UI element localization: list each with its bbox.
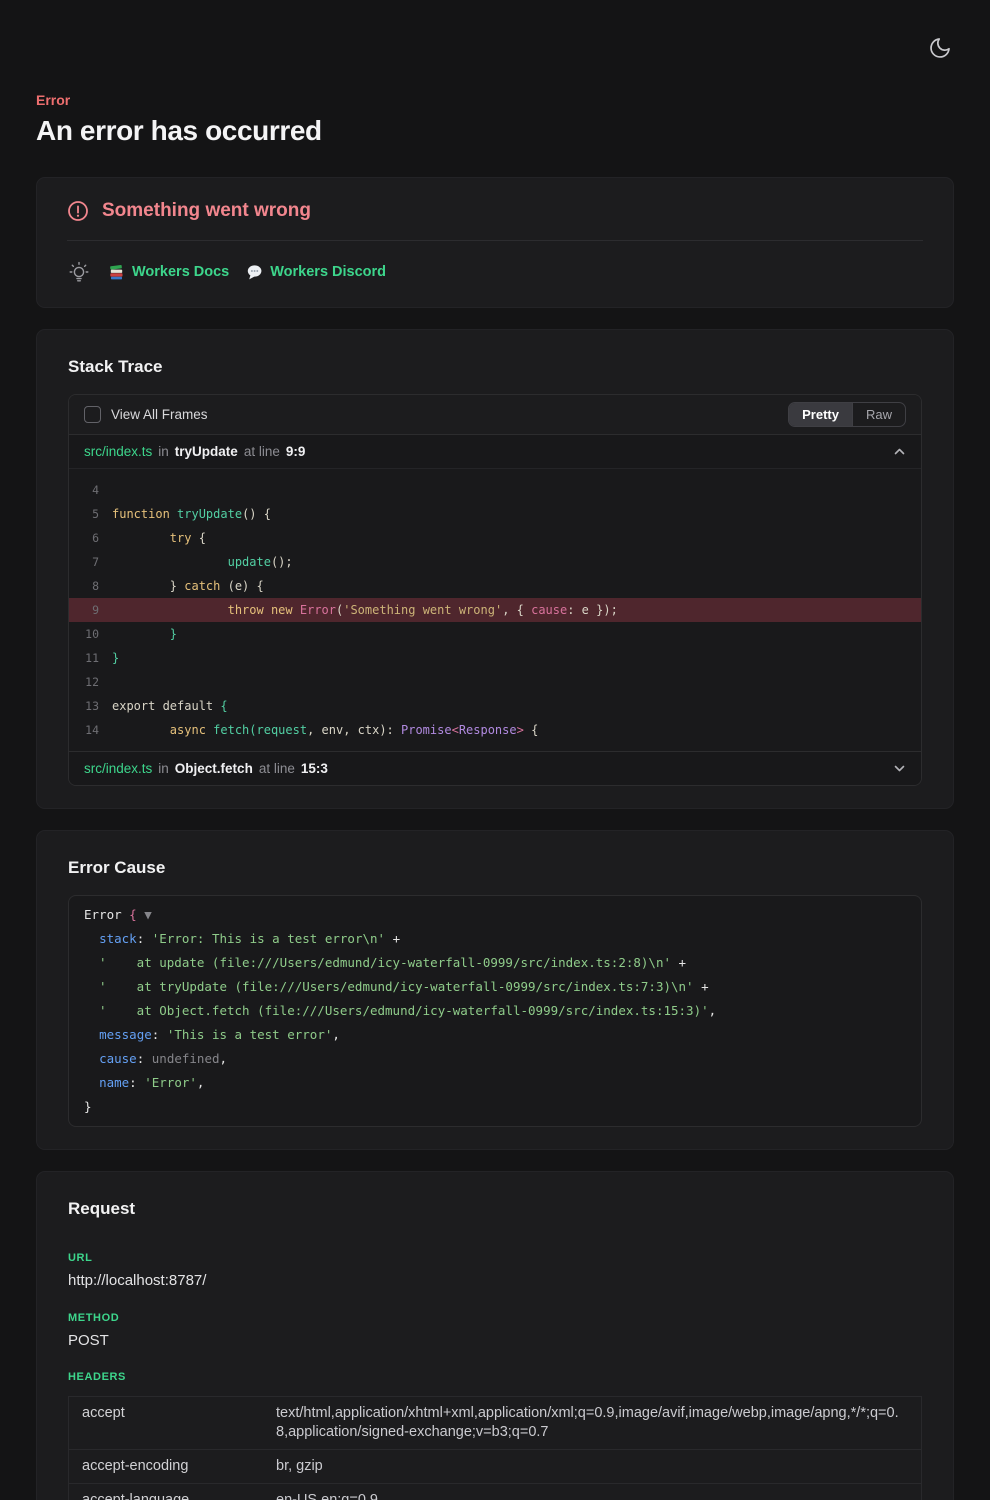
frame-function: tryUpdate (175, 444, 238, 459)
line-number: 10 (69, 622, 99, 646)
headers-label: HEADERS (68, 1371, 922, 1383)
link-workers-docs[interactable]: Workers Docs (108, 264, 229, 281)
code-line: 9 throw new Error('Something went wrong'… (69, 598, 921, 622)
line-number: 12 (69, 670, 99, 694)
cause-line: message: 'This is a test error', (84, 1023, 906, 1047)
line-number: 6 (69, 526, 99, 550)
error-cause-panel: Error Cause Error { ▼ stack: 'Error: Thi… (36, 830, 954, 1150)
code-block: 45function tryUpdate() {6 try {7 update(… (69, 469, 921, 751)
alert-panel: Something went wrong (36, 177, 954, 308)
link-workers-discord[interactable]: Workers Discord (246, 264, 386, 281)
books-icon (108, 264, 125, 281)
format-option-raw[interactable]: Raw (852, 403, 905, 426)
line-number: 13 (69, 694, 99, 718)
theme-toggle-button[interactable] (928, 36, 952, 60)
request-title: Request (68, 1199, 922, 1219)
frame-at-word: at line (244, 444, 280, 459)
frame-header-object-fetch[interactable]: src/index.ts in Object.fetch at line 15:… (69, 751, 921, 785)
cause-line: ' at tryUpdate (file:///Users/edmund/icy… (84, 975, 906, 999)
frame-header-tryupdate[interactable]: src/index.ts in tryUpdate at line 9:9 (69, 435, 921, 469)
header-row: accept-language en-US,en;q=0.9 (69, 1483, 921, 1500)
cause-line: ' at Object.fetch (file:///Users/edmund/… (84, 999, 906, 1023)
method-value: POST (68, 1332, 922, 1349)
line-number: 11 (69, 646, 99, 670)
frame-file: src/index.ts (84, 761, 152, 776)
header-row: accept text/html,application/xhtml+xml,ap… (69, 1397, 921, 1449)
header-value: text/html,application/xhtml+xml,applicat… (276, 1404, 908, 1442)
code-line: 13export default { (69, 694, 921, 718)
view-all-frames-label: View All Frames (111, 407, 208, 422)
format-toggle: PrettyRaw (788, 402, 906, 427)
moon-icon (928, 36, 952, 60)
speech-balloon-icon (246, 264, 263, 281)
frame-at-word: at line (259, 761, 295, 776)
chevron-up-icon (893, 445, 906, 458)
error-page: Error An error has occurred Something we… (0, 0, 990, 1500)
error-cause-title: Error Cause (68, 858, 922, 878)
lightbulb-icon (67, 259, 91, 285)
cause-line: ' at update (file:///Users/edmund/icy-wa… (84, 951, 906, 975)
line-number: 4 (69, 478, 99, 502)
divider (67, 240, 923, 241)
code-line: 12 (69, 670, 921, 694)
link-label: Workers Docs (132, 264, 229, 280)
code-line: 14 async fetch(request, env, ctx): Promi… (69, 718, 921, 742)
view-all-frames-checkbox[interactable] (84, 406, 101, 423)
frame-line: 9:9 (286, 444, 306, 459)
page-title: An error has occurred (36, 115, 954, 147)
cause-line: stack: 'Error: This is a test error\n' + (84, 927, 906, 951)
header-row: accept-encoding br, gzip (69, 1449, 921, 1483)
cause-line: } (84, 1095, 906, 1119)
header-value: en-US,en;q=0.9 (276, 1491, 908, 1500)
request-panel: Request URL http://localhost:8787/ METHO… (36, 1171, 954, 1500)
line-number: 9 (69, 598, 99, 622)
frame-line: 15:3 (301, 761, 328, 776)
header-name: accept (82, 1404, 264, 1442)
link-label: Workers Discord (270, 264, 386, 280)
code-line: 11} (69, 646, 921, 670)
method-label: METHOD (68, 1312, 922, 1324)
code-line: 6 try { (69, 526, 921, 550)
stack-trace-title: Stack Trace (68, 357, 922, 377)
stack-trace-toolbar: View All Frames PrettyRaw (69, 395, 921, 435)
header-name: accept-encoding (82, 1457, 264, 1476)
code-line: 10 } (69, 622, 921, 646)
line-number: 7 (69, 550, 99, 574)
alert-title: Something went wrong (102, 200, 311, 222)
code-line: 4 (69, 478, 921, 502)
code-line: 7 update(); (69, 550, 921, 574)
frame-in-word: in (158, 761, 169, 776)
cause-line: cause: undefined, (84, 1047, 906, 1071)
line-number: 5 (69, 502, 99, 526)
chevron-down-icon (893, 762, 906, 775)
code-lines: 45function tryUpdate() {6 try {7 update(… (69, 478, 921, 742)
frame-file: src/index.ts (84, 444, 152, 459)
error-cause-code: Error { ▼ stack: 'Error: This is a test … (68, 895, 922, 1127)
code-line: 5function tryUpdate() { (69, 502, 921, 526)
frame-in-word: in (158, 444, 169, 459)
cause-line: Error { ▼ (84, 903, 906, 927)
frame-function: Object.fetch (175, 761, 253, 776)
cause-line: name: 'Error', (84, 1071, 906, 1095)
header-value: br, gzip (276, 1457, 908, 1476)
stack-trace-panel: Stack Trace View All Frames PrettyRaw sr… (36, 329, 954, 809)
url-label: URL (68, 1252, 922, 1264)
headers-table: accept text/html,application/xhtml+xml,ap… (68, 1396, 922, 1500)
code-line: 8 } catch (e) { (69, 574, 921, 598)
line-number: 14 (69, 718, 99, 742)
view-all-frames-toggle[interactable]: View All Frames (84, 406, 208, 423)
line-number: 8 (69, 574, 99, 598)
stack-trace-card: View All Frames PrettyRaw src/index.ts i… (68, 394, 922, 786)
page-header: Error An error has occurred (36, 92, 954, 147)
error-eyebrow: Error (36, 92, 954, 108)
alert-circle-icon (67, 200, 89, 222)
url-value: http://localhost:8787/ (68, 1272, 922, 1289)
format-option-pretty[interactable]: Pretty (789, 403, 852, 426)
header-name: accept-language (82, 1491, 264, 1500)
